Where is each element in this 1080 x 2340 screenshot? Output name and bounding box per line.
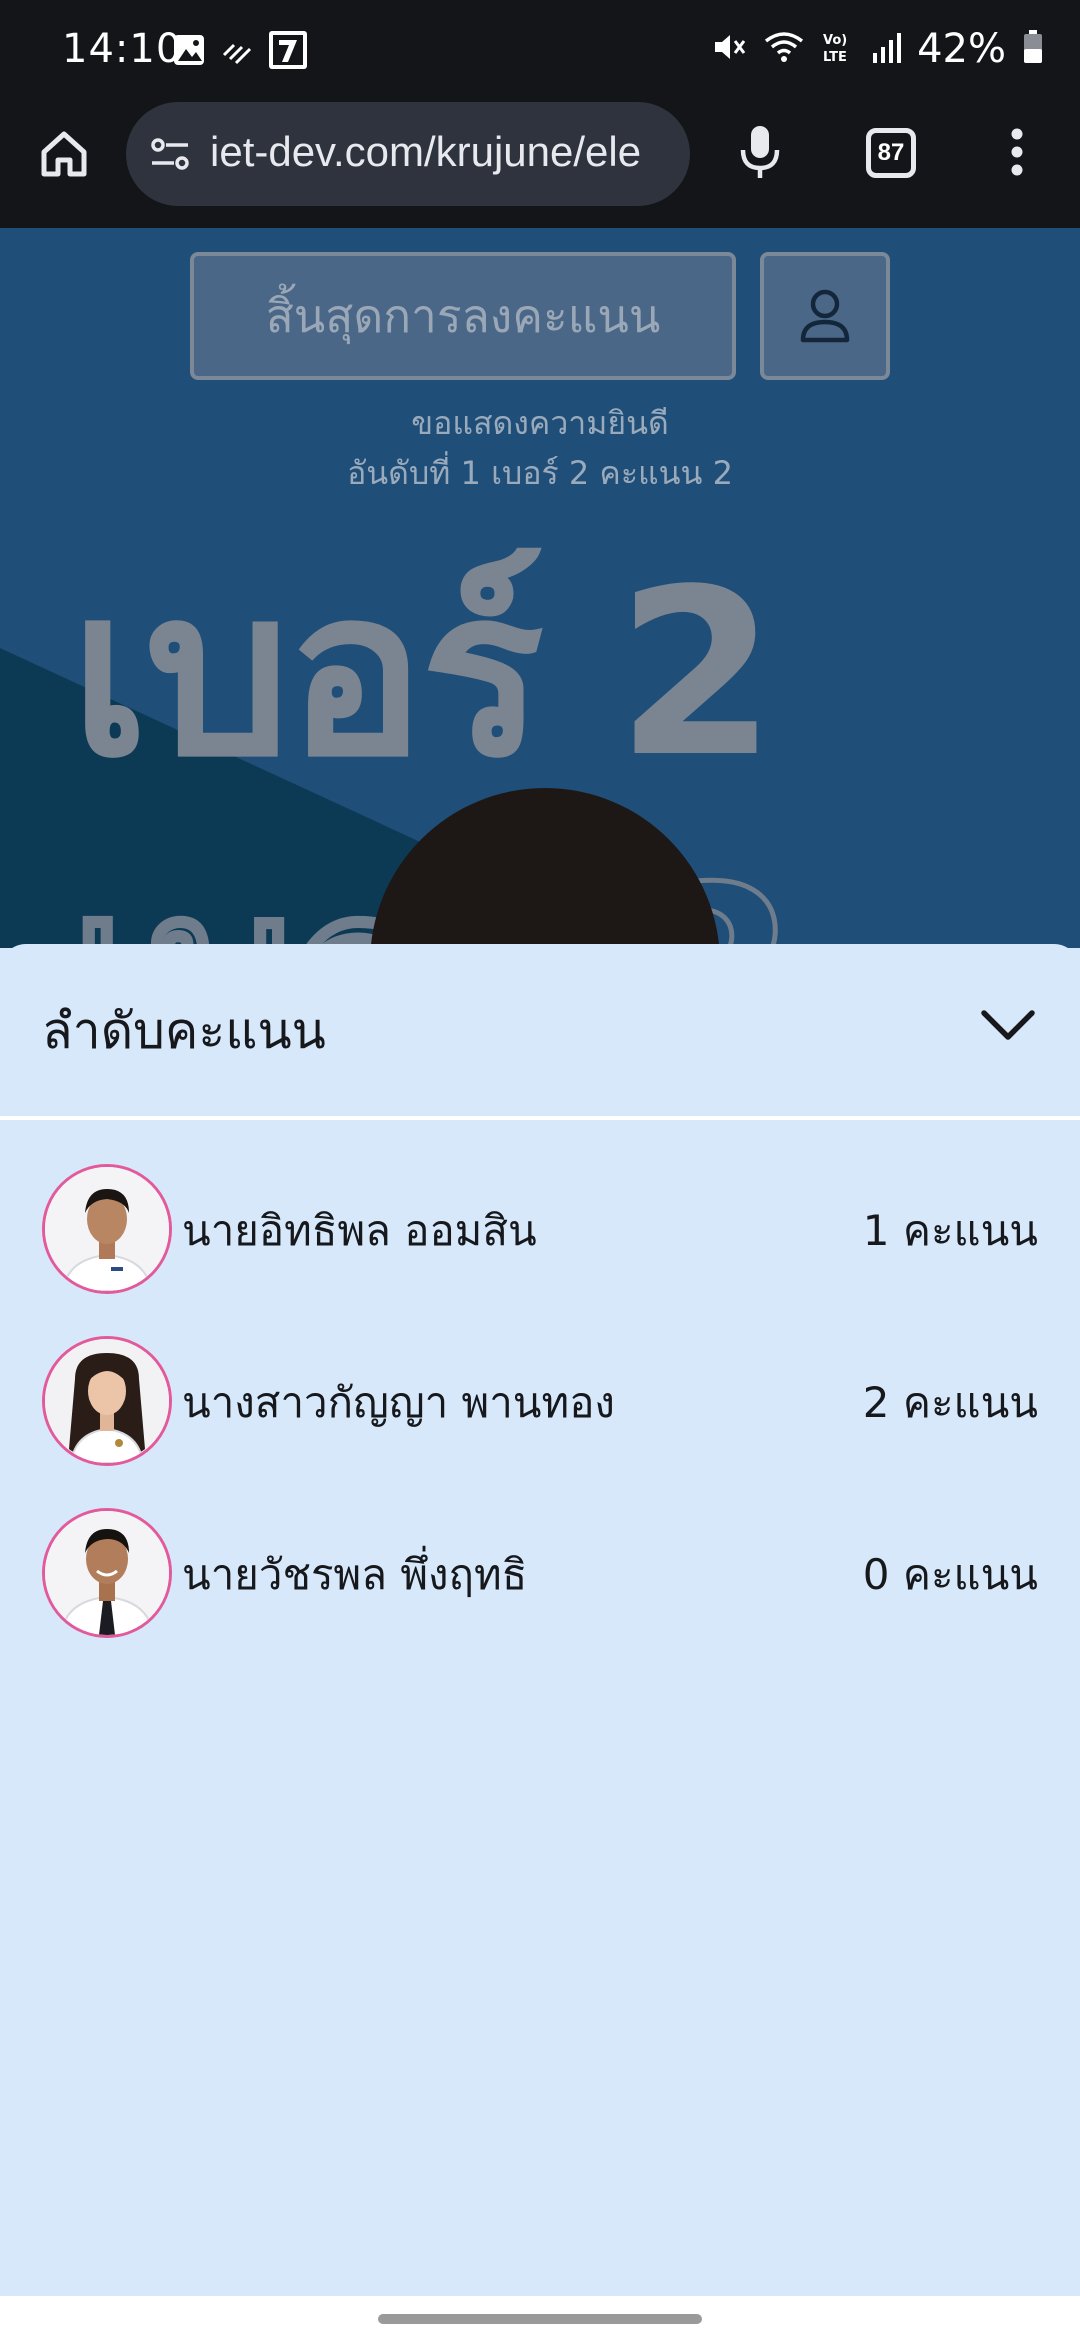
more-menu-button[interactable]	[1000, 122, 1034, 182]
background-page: สิ้นสุดการลงคะแนน ขอแสดงความยินดี อันดับ…	[0, 228, 1080, 948]
candidate-photo	[45, 1339, 169, 1463]
profile-button[interactable]	[760, 252, 890, 380]
gesture-handle[interactable]	[378, 2314, 702, 2324]
url-text[interactable]: iet-dev.com/krujune/ele	[210, 128, 680, 176]
data-sync-icon	[220, 33, 254, 71]
candidate-name: นายวัชรพล พึ่งฤทธิ	[182, 1550, 528, 1599]
svg-text:Vo): Vo)	[823, 33, 847, 48]
home-button[interactable]	[34, 124, 94, 184]
site-settings-icon[interactable]	[148, 132, 192, 176]
sheet-title: ลำดับคะแนน	[42, 1002, 326, 1060]
user-icon	[800, 289, 850, 343]
battery-percent: 42%	[917, 26, 1006, 72]
candidate-name: นางสาวกัญญา พานทอง	[182, 1378, 615, 1427]
chevron-down-icon	[981, 1010, 1035, 1040]
candidate-score: 0 คะแนน	[862, 1550, 1038, 1599]
mute-icon	[711, 29, 747, 69]
avatar	[42, 1336, 172, 1466]
avatar	[42, 1508, 172, 1638]
candidate-list: นายอิทธิพล ออมสิน 1 คะแนน นางสาวกัญญา พา…	[0, 1144, 1080, 1660]
candidate-row[interactable]: นายอิทธิพล ออมสิน 1 คะแนน	[0, 1144, 1080, 1316]
browser-toolbar: iet-dev.com/krujune/ele 87	[0, 100, 1080, 228]
svg-text:LTE: LTE	[823, 50, 847, 65]
image-icon	[172, 33, 206, 71]
voice-search-button[interactable]	[730, 122, 790, 182]
congrats-text: ขอแสดงความยินดี	[411, 404, 669, 442]
address-bar[interactable]: iet-dev.com/krujune/ele	[126, 102, 690, 206]
end-vote-button[interactable]: สิ้นสุดการลงคะแนน	[190, 252, 736, 380]
home-icon	[41, 131, 87, 177]
status-time: 14:10	[62, 26, 183, 72]
tab-switcher-button[interactable]: 87	[866, 128, 916, 178]
candidate-photo	[45, 1167, 169, 1291]
sheet-divider	[0, 1116, 1080, 1120]
status-bar: 14:10 Vo) LTE 42%	[0, 0, 1080, 100]
candidate-name: นายอิทธิพล ออมสิน	[182, 1206, 537, 1255]
navigation-gesture-area	[0, 2296, 1080, 2340]
avatar	[42, 1164, 172, 1294]
volte-icon: Vo) LTE	[821, 29, 855, 69]
seven-eleven-app-icon	[268, 30, 308, 74]
microphone-icon	[740, 126, 780, 178]
status-right: Vo) LTE 42%	[711, 26, 1044, 72]
collapse-sheet-button[interactable]	[976, 1000, 1040, 1050]
score-ranking-sheet: ลำดับคะแนน นายอิทธิพล ออมสิน 1 คะแนน นาง…	[0, 944, 1080, 2296]
candidate-score: 1 คะแนน	[862, 1206, 1038, 1255]
signal-icon	[871, 29, 902, 69]
more-vert-icon	[1011, 128, 1023, 176]
battery-icon	[1022, 29, 1044, 69]
candidate-photo	[45, 1511, 169, 1635]
candidate-row[interactable]: นางสาวกัญญา พานทอง 2 คะแนน	[0, 1316, 1080, 1488]
candidate-row[interactable]: นายวัชรพล พึ่งฤทธิ 0 คะแนน	[0, 1488, 1080, 1660]
status-left-icons	[172, 30, 308, 74]
wifi-icon	[763, 29, 805, 69]
candidate-score: 2 คะแนน	[862, 1378, 1038, 1427]
